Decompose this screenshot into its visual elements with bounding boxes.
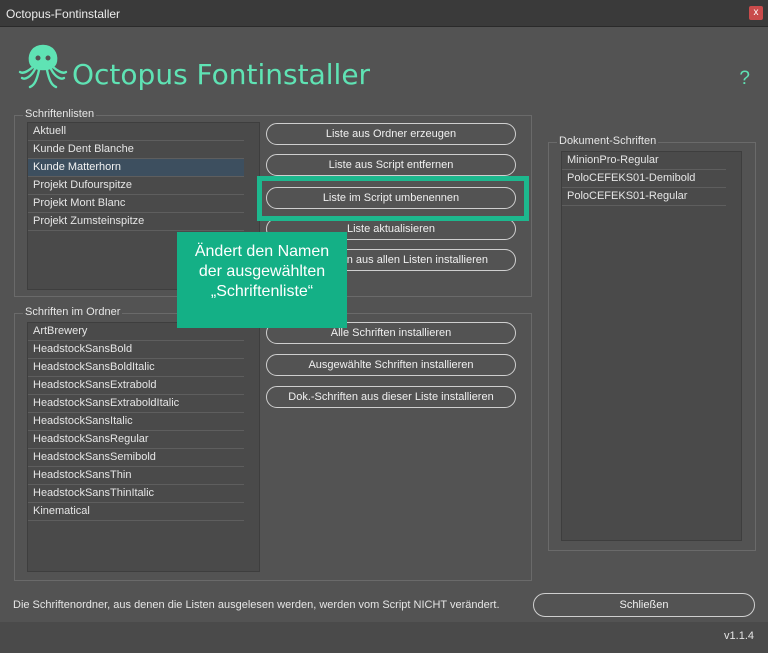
footer-band bbox=[0, 622, 768, 653]
footer-note: Die Schriftenordner, aus denen die Liste… bbox=[13, 599, 500, 611]
list-item[interactable]: HeadstockSansRegular bbox=[28, 431, 244, 449]
list-item[interactable]: Aktuell bbox=[28, 123, 244, 141]
dokument-schriften-label: Dokument-Schriften bbox=[557, 135, 659, 147]
list-item[interactable]: HeadstockSansItalic bbox=[28, 413, 244, 431]
tooltip-line: „Schriftenliste“ bbox=[210, 283, 314, 300]
list-item[interactable]: Projekt Zumsteinspitze bbox=[28, 213, 244, 231]
highlight-frame bbox=[257, 176, 529, 221]
schriftenlisten-label: Schriftenlisten bbox=[23, 108, 97, 120]
list-item[interactable]: Projekt Mont Blanc bbox=[28, 195, 244, 213]
dokument-schriften-list[interactable]: MinionPro-Regular PoloCEFEKS01-Demibold … bbox=[561, 151, 742, 541]
schriften-ordner-list[interactable]: ArtBrewery HeadstockSansBold HeadstockSa… bbox=[27, 322, 260, 572]
list-item[interactable]: HeadstockSansExtrabold bbox=[28, 377, 244, 395]
liste-aus-ordner-erzeugen-button[interactable]: Liste aus Ordner erzeugen bbox=[266, 123, 516, 145]
list-item[interactable]: HeadstockSansBoldItalic bbox=[28, 359, 244, 377]
version-label: v1.1.4 bbox=[724, 630, 754, 642]
dok-schriften-installieren-button[interactable]: Dok.-Schriften aus dieser Liste installi… bbox=[266, 386, 516, 408]
list-item-selected[interactable]: Kunde Matterhorn bbox=[28, 159, 244, 177]
list-item[interactable]: HeadstockSansBold bbox=[28, 341, 244, 359]
help-icon[interactable]: ? bbox=[739, 68, 750, 90]
schliessen-button[interactable]: Schließen bbox=[533, 593, 755, 617]
list-item[interactable]: HeadstockSansExtraboldItalic bbox=[28, 395, 244, 413]
list-item[interactable]: HeadstockSansSemibold bbox=[28, 449, 244, 467]
schriften-ordner-label: Schriften im Ordner bbox=[23, 306, 123, 318]
title-bar: Octopus-Fontinstaller x bbox=[0, 0, 768, 27]
list-item[interactable]: Projekt Dufourspitze bbox=[28, 177, 244, 195]
liste-aus-script-entfernen-button[interactable]: Liste aus Script entfernen bbox=[266, 154, 516, 176]
list-item[interactable]: HeadstockSansThin bbox=[28, 467, 244, 485]
tooltip-line: der ausgewählten bbox=[198, 263, 326, 280]
list-item[interactable]: Kunde Dent Blanche bbox=[28, 141, 244, 159]
app-title: Octopus Fontinstaller bbox=[72, 58, 371, 91]
window-close-button[interactable]: x bbox=[749, 6, 763, 20]
tooltip-line: Ändert den Namen bbox=[194, 243, 330, 260]
list-item[interactable]: HeadstockSansThinItalic bbox=[28, 485, 244, 503]
window-title: Octopus-Fontinstaller bbox=[6, 7, 121, 21]
octopus-icon bbox=[18, 44, 68, 89]
alle-listen-installieren-label: en aus allen Listen installieren bbox=[340, 254, 488, 266]
list-item[interactable]: PoloCEFEKS01-Regular bbox=[562, 188, 726, 206]
ausgewaehlte-schriften-installieren-button[interactable]: Ausgewählte Schriften installieren bbox=[266, 354, 516, 376]
list-item[interactable]: MinionPro-Regular bbox=[562, 152, 726, 170]
list-item[interactable]: Kinematical bbox=[28, 503, 244, 521]
list-item[interactable]: PoloCEFEKS01-Demibold bbox=[562, 170, 726, 188]
tooltip-callout: Ändert den Namen der ausgewählten „Schri… bbox=[177, 232, 347, 328]
